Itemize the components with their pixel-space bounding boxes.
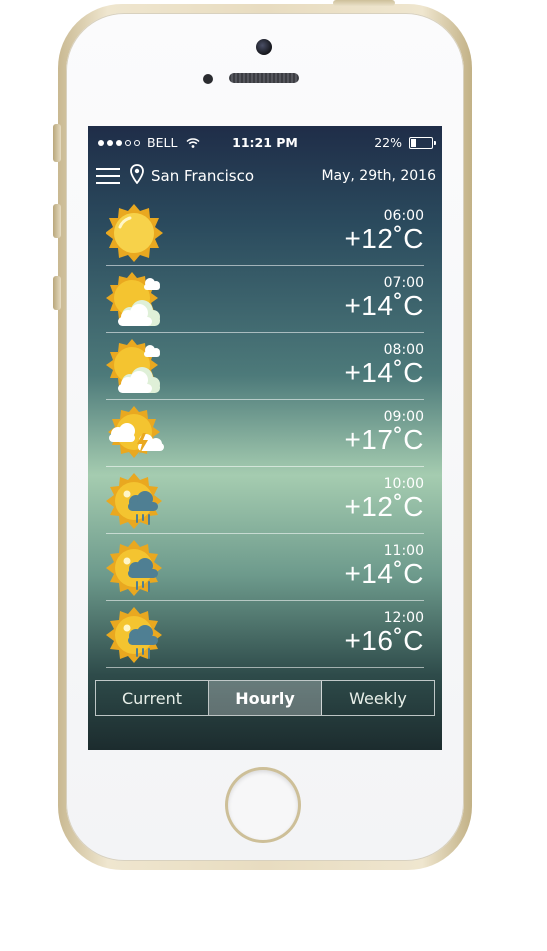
status-bar: BELL 11:21 PM 22% [88,126,442,160]
hourly-row[interactable]: 08:00 +14˚C [106,333,424,400]
battery-level [411,139,416,147]
proximity-sensor [203,74,213,84]
mute-switch [53,124,61,162]
forecast-time: 06:00 [383,208,424,224]
battery-icon [409,137,436,149]
sun-icon [106,204,163,262]
sun-thunderstorm-icon [108,406,164,458]
forecast-temperature: +12˚C [344,223,424,254]
power-button [333,0,395,6]
tab-weekly[interactable]: Weekly [322,681,434,715]
forecast-temperature: +14˚C [344,357,424,388]
app-header: San Francisco May, 29th, 2016 [88,162,442,192]
weather-app-screen: BELL 11:21 PM 22% San Francisco May, 29t… [88,126,442,750]
forecast-temperature: +14˚C [344,558,424,589]
forecast-time: 08:00 [383,342,424,358]
volume-down-button [53,276,61,310]
forecast-time: 11:00 [383,543,424,559]
forecast-time: 10:00 [383,476,424,492]
hamburger-menu-icon[interactable] [96,168,120,184]
earpiece-speaker [229,73,299,83]
sun-rain-icon [106,607,162,663]
sun-cloud-icon [106,339,160,393]
location-pin-icon [130,164,144,184]
forecast-time: 12:00 [383,610,424,626]
forecast-temperature: +12˚C [344,491,424,522]
forecast-temperature: +17˚C [344,424,424,455]
location-name[interactable]: San Francisco [151,167,254,185]
hourly-row[interactable]: 11:00 +14˚C [106,534,424,601]
front-camera [256,39,272,55]
current-date: May, 29th, 2016 [321,168,436,184]
sun-rain-icon [106,540,162,596]
tab-current[interactable]: Current [96,681,209,715]
forecast-time: 09:00 [383,409,424,425]
tab-hourly[interactable]: Hourly [209,681,322,715]
sun-rain-icon [106,473,162,529]
volume-up-button [53,204,61,238]
hourly-row[interactable]: 06:00 +12˚C [106,199,424,266]
view-tabs: Current Hourly Weekly [95,680,435,716]
hourly-row[interactable]: 09:00 +17˚C [106,400,424,467]
hourly-row[interactable]: 07:00 +14˚C [106,266,424,333]
hourly-forecast-list: 06:00 +12˚C 07:00 +14˚C 08:00 +14˚C 09:0… [106,199,424,668]
home-button[interactable] [228,770,298,840]
hourly-row[interactable]: 10:00 +12˚C [106,467,424,534]
battery-percent: 22% [374,135,402,150]
hourly-row[interactable]: 12:00 +16˚C [106,601,424,668]
sun-cloud-icon [106,272,160,326]
forecast-temperature: +16˚C [344,625,424,656]
forecast-time: 07:00 [383,275,424,291]
forecast-temperature: +14˚C [344,290,424,321]
